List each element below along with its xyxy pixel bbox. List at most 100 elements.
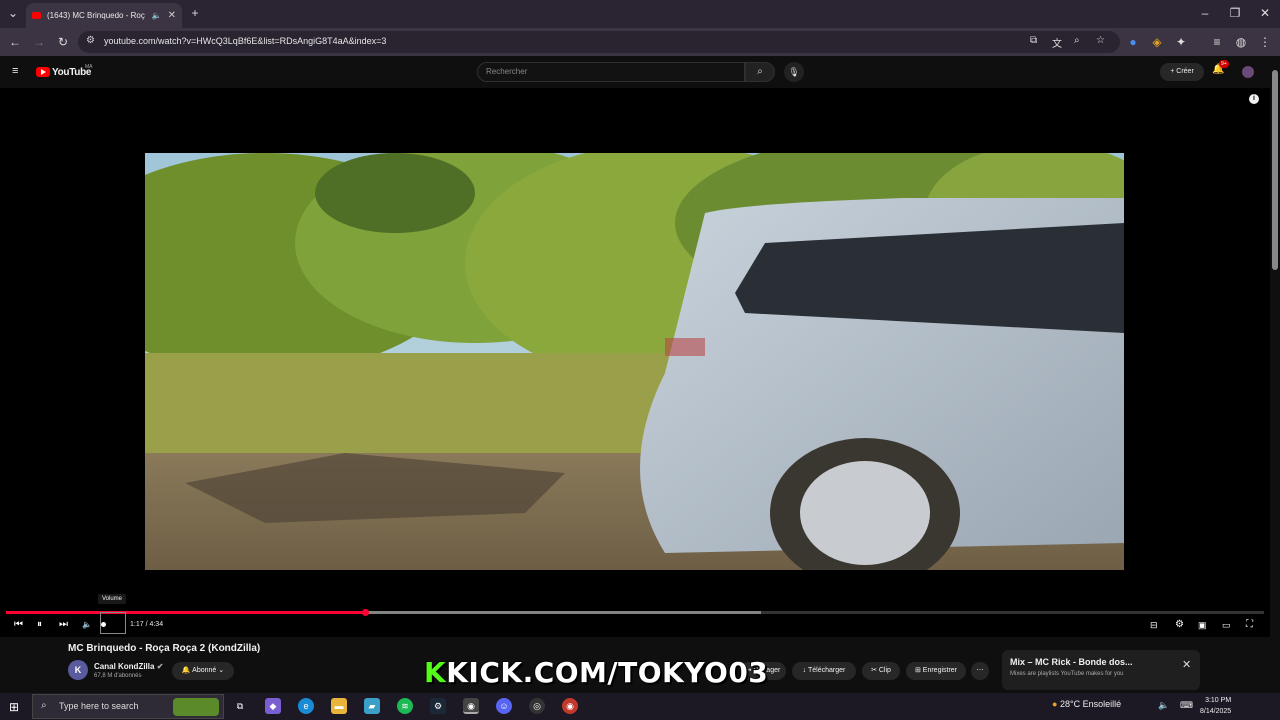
search-button[interactable]: ⌕	[745, 62, 775, 82]
subscribed-button[interactable]: 🔔 Abonné ⌄	[172, 662, 234, 680]
site-info-icon[interactable]: ⚙	[86, 35, 95, 46]
channel-avatar[interactable]: K	[68, 660, 88, 680]
bell-icon: 🔔	[181, 667, 191, 674]
spotify-icon[interactable]: ≋	[397, 698, 413, 714]
volume-tooltip: Volume	[98, 594, 127, 604]
tab-search-chevron-icon[interactable]: ⌄	[4, 4, 22, 22]
volume-slider[interactable]	[100, 612, 126, 634]
install-app-icon[interactable]: ⧉	[1030, 35, 1037, 46]
download-button[interactable]: ↓ Télécharger	[792, 662, 856, 680]
taskbar-search-box[interactable]: ⌕ Type here to search	[32, 694, 224, 719]
miniplayer-icon[interactable]: ▣	[1198, 618, 1207, 632]
profile-icon[interactable]: ◍	[1232, 33, 1250, 51]
create-button[interactable]: + Créer	[1160, 63, 1204, 81]
zoom-icon[interactable]: ⌕	[1074, 35, 1080, 46]
tab-title: (1643) MC Brinquedo - Roç	[47, 11, 145, 20]
browser-toolbar: ← → ↻ ⚙ youtube.com/watch?v=HWcQ3LqBf6E&…	[0, 28, 1280, 56]
system-clock[interactable]: 3:10 PM 8/14/2025	[1200, 695, 1231, 717]
reload-icon[interactable]: ↻	[54, 33, 72, 51]
channel-name[interactable]: Canal KondZilla ✔	[94, 662, 163, 671]
media-control-icon[interactable]: ≡	[1208, 33, 1226, 51]
theater-mode-icon[interactable]: ▭	[1222, 618, 1231, 632]
subscribed-label: Abonné	[192, 667, 217, 674]
channel-name-text[interactable]: Canal KondZilla	[94, 662, 154, 671]
notepad-icon[interactable]: ▰	[364, 698, 380, 714]
page-scrollbar[interactable]	[1270, 60, 1280, 692]
extension-orange-icon[interactable]: ◈	[1148, 33, 1166, 51]
bookmark-star-icon[interactable]: ☆	[1096, 35, 1105, 46]
search-input[interactable]: Rechercher	[477, 62, 745, 82]
forward-icon[interactable]: →	[30, 33, 48, 51]
task-view-icon[interactable]: ⧉	[232, 698, 248, 714]
search-icon: ⌕	[757, 66, 763, 77]
user-avatar[interactable]	[1242, 66, 1254, 78]
obs-icon[interactable]: ◎	[529, 698, 545, 714]
video-scene-image	[145, 153, 1124, 570]
pause-icon[interactable]: ⏸	[37, 618, 42, 632]
copilot-icon[interactable]: ◆	[265, 698, 281, 714]
new-tab-icon[interactable]: +	[186, 4, 204, 22]
close-mix-icon[interactable]: ✕	[1182, 658, 1191, 671]
translate-icon[interactable]: 文	[1052, 35, 1062, 50]
steam-icon[interactable]: ⚙	[430, 698, 446, 714]
save-button[interactable]: ⊞ Enregistrer	[906, 662, 966, 680]
close-tab-icon[interactable]: ✕	[168, 10, 176, 21]
extension-blue-icon[interactable]: ●	[1124, 33, 1142, 51]
volume-tray-icon[interactable]: 🔈	[1158, 700, 1169, 711]
search-placeholder: Rechercher	[486, 67, 528, 76]
fullscreen-icon[interactable]: ⛶	[1246, 618, 1253, 632]
scroll-thumb[interactable]	[1272, 70, 1278, 270]
previous-icon[interactable]: ⏮	[14, 618, 23, 632]
chrome-profile-icon[interactable]: ◉	[562, 698, 578, 714]
next-icon[interactable]: ⏭	[59, 618, 68, 632]
settings-gear-icon[interactable]: ⚙	[1175, 618, 1184, 632]
save-label: Enregistrer	[922, 667, 958, 674]
extensions-puzzle-icon[interactable]: ✦	[1172, 33, 1190, 51]
clip-button[interactable]: ✂ Clip	[862, 662, 900, 680]
search-highlight-image	[173, 698, 219, 716]
windows-taskbar: ⊞ ⌕ Type here to search ⧉ ◆ e ▬ ▰ ≋ ⚙ ◉ …	[0, 693, 1280, 720]
progress-played	[6, 611, 365, 614]
browser-menu-icon[interactable]: ⋮	[1256, 33, 1274, 51]
minimize-icon[interactable]: –	[1196, 4, 1214, 22]
keyboard-tray-icon[interactable]: ⌨	[1180, 700, 1193, 711]
weather-widget[interactable]: ● 28°C Ensoleillé	[1052, 699, 1121, 709]
restore-icon[interactable]: ❐	[1226, 4, 1244, 22]
address-bar[interactable]: ⚙ youtube.com/watch?v=HWcQ3LqBf6E&list=R…	[78, 31, 1120, 53]
youtube-favicon-icon	[32, 12, 41, 19]
mix-playlist-card[interactable]: Mix – MC Rick - Bonde dos... Mixes are p…	[1002, 650, 1200, 690]
download-label: Télécharger	[807, 667, 846, 674]
time-display: 1:17 / 4:34	[130, 621, 164, 628]
kick-watermark: KKICK.COM/TOKYO03	[424, 656, 768, 689]
youtube-logo-icon[interactable]	[36, 67, 50, 77]
speaker-icon[interactable]: 🔈	[152, 11, 162, 20]
subtitles-icon[interactable]: ⊟	[1150, 618, 1158, 632]
voice-search-button[interactable]: 🎙	[784, 62, 804, 82]
volume-knob[interactable]	[101, 622, 106, 627]
more-actions-icon[interactable]: ⋯	[971, 662, 989, 680]
browser-tab-active[interactable]: (1643) MC Brinquedo - Roç 🔈 ✕	[26, 3, 182, 28]
file-explorer-icon[interactable]: ▬	[331, 698, 347, 714]
back-icon[interactable]: ←	[6, 33, 24, 51]
mix-title[interactable]: Mix – MC Rick - Bonde dos...	[1010, 657, 1133, 667]
taskbar-search-placeholder: Type here to search	[59, 701, 139, 711]
close-window-icon[interactable]: ✕	[1256, 4, 1274, 22]
info-icon[interactable]: i	[1249, 94, 1259, 104]
discord-icon[interactable]: ☺	[496, 698, 512, 714]
volume-icon[interactable]: 🔈	[82, 618, 92, 632]
edge-icon[interactable]: e	[298, 698, 314, 714]
url-text[interactable]: youtube.com/watch?v=HWcQ3LqBf6E&list=RDs…	[104, 36, 386, 46]
video-player[interactable]: i ⏮ ⏸ ⏭ 🔈 Volume 1:17 / 4:34 ⊟ ⚙ ▣ ▭ ⛶	[0, 88, 1270, 637]
progress-scrubber-knob[interactable]	[361, 609, 369, 616]
clock-time: 3:10 PM	[1205, 697, 1232, 704]
chrome-icon[interactable]: ◉	[463, 698, 479, 714]
mix-subtitle: Mixes are playlists YouTube makes for yo…	[1010, 671, 1124, 677]
progress-bar[interactable]	[6, 609, 1264, 616]
hamburger-menu-icon[interactable]: ≡	[12, 65, 18, 77]
video-title: MC Brinquedo - Roça Roça 2 (KondZilla)	[68, 643, 261, 654]
youtube-header: ≡ YouTube MA Rechercher ⌕ 🎙 + Créer 🔔 9+	[0, 56, 1270, 88]
notification-badge: 9+	[1219, 60, 1229, 68]
video-frame[interactable]	[145, 153, 1124, 570]
windows-start-icon[interactable]: ⊞	[9, 700, 19, 714]
verified-icon: ✔	[156, 662, 164, 671]
